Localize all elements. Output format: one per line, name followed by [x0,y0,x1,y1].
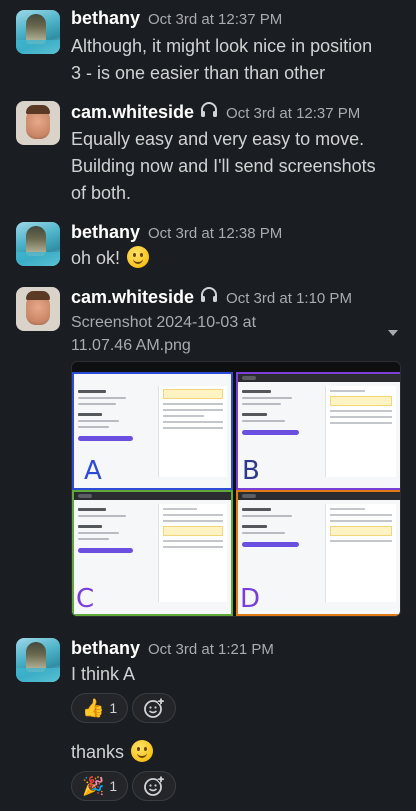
variant-letter: A [84,456,102,486]
message-line: I think A [71,664,136,684]
message-line: Building now and I'll send screenshots [71,156,376,176]
message-line: 3 - is one easier than than other [71,63,326,83]
add-reaction-button[interactable] [132,771,177,801]
message-header: bethany Oct 3rd at 12:37 PM [71,8,282,29]
message-header: bethany Oct 3rd at 1:21 PM [71,638,274,659]
add-reaction-icon [143,697,165,719]
avatar[interactable] [16,10,60,54]
add-reaction-icon [143,775,165,797]
screenshot-attachment[interactable]: A B C D [71,361,401,617]
variant-label: B [242,456,260,486]
headphones-icon [200,287,218,303]
variant-label: D [240,584,261,614]
author-name[interactable]: cam.whiteside [71,102,194,123]
reaction-thumbs-up[interactable]: 👍 1 [71,693,129,723]
avatar[interactable] [16,287,60,331]
file-name[interactable]: Screenshot 2024-10-03 at 11.07.46 AM.png [71,311,256,357]
variant-letter: B [242,456,260,486]
message-text: oh ok! [71,245,150,272]
variant-label: C [76,584,95,614]
reaction-count: 1 [109,700,118,716]
message-line: oh ok! [71,248,121,268]
avatar[interactable] [16,222,60,266]
smile-emoji-icon [127,246,150,268]
variant-letter: D [240,584,260,614]
reaction-count: 1 [109,778,118,794]
author-name[interactable]: bethany [71,638,140,659]
avatar[interactable] [16,101,60,145]
reaction-tada[interactable]: 🎉 1 [71,771,129,801]
party-popper-icon: 🎉 [82,776,105,796]
checkout-variant-a: A [72,372,233,490]
file-name-line: 11.07.46 AM.png [71,337,191,354]
message-header: cam.whiteside Oct 3rd at 1:10 PM [71,287,352,308]
headphones-icon [200,102,218,118]
message-line: of both. [71,183,132,203]
message-header: cam.whiteside Oct 3rd at 12:37 PM [71,102,360,123]
checkout-variant-b: B [236,372,400,490]
message-line: thanks [71,742,125,762]
file-name-line: Screenshot 2024-10-03 at [71,314,257,331]
avatar[interactable] [16,638,60,682]
message-text: Although, it might look nice in position… [71,33,402,87]
timestamp[interactable]: Oct 3rd at 1:21 PM [148,641,274,658]
smile-emoji-icon [131,740,154,762]
add-reaction-button[interactable] [132,693,177,723]
checkout-variant-c: C [72,490,233,616]
reactions-bar: 🎉 1 [71,771,177,801]
timestamp[interactable]: Oct 3rd at 12:37 PM [226,105,360,122]
message-header: bethany Oct 3rd at 12:38 PM [71,222,282,243]
message-line: Although, it might look nice in position [71,36,373,56]
author-name[interactable]: bethany [71,222,140,243]
variant-letter: C [76,584,94,614]
message-text: thanks [71,739,154,766]
message-text: I think A [71,661,135,688]
checkout-variant-d: D [236,490,400,616]
chevron-down-icon[interactable] [388,330,398,336]
timestamp[interactable]: Oct 3rd at 12:37 PM [148,11,282,28]
timestamp[interactable]: Oct 3rd at 12:38 PM [148,225,282,242]
thumbs-up-icon: 👍 [82,698,105,718]
reactions-bar: 👍 1 [71,693,177,723]
timestamp[interactable]: Oct 3rd at 1:10 PM [226,290,352,307]
author-name[interactable]: bethany [71,8,140,29]
variant-label: A [84,456,102,486]
message-line: Equally easy and very easy to move. [71,129,365,149]
author-name[interactable]: cam.whiteside [71,287,194,308]
message-text: Equally easy and very easy to move. Buil… [71,126,402,207]
